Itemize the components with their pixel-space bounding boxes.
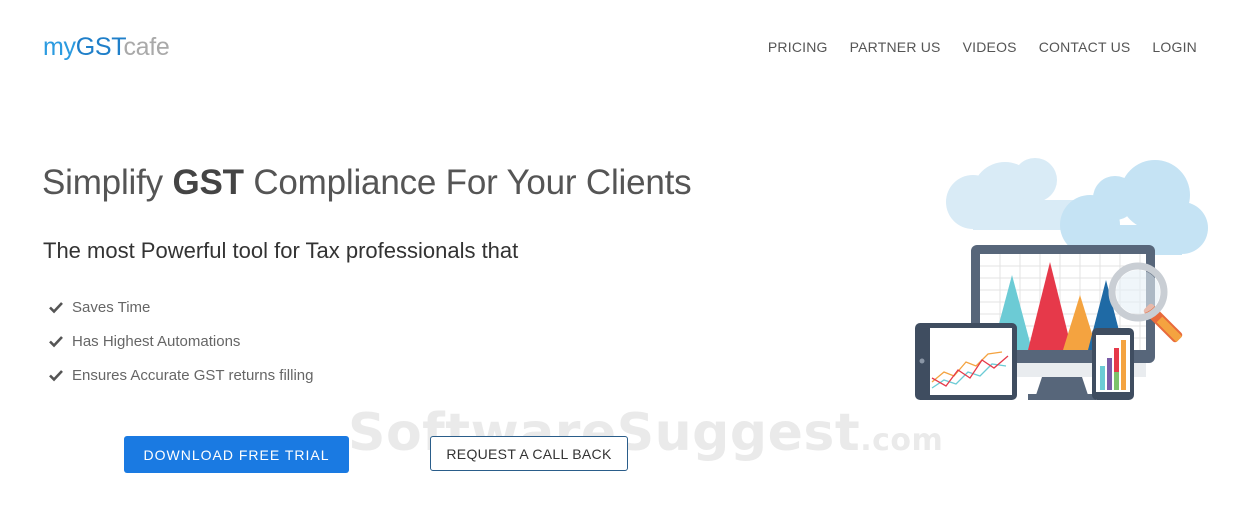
hero-title-suffix: Compliance For Your Clients (243, 163, 692, 202)
feature-item: Ensures Accurate GST returns filling (48, 358, 314, 392)
hero-title: Simplify GST Compliance For Your Clients (42, 163, 692, 203)
request-call-back-button[interactable]: REQUEST A CALL BACK (430, 436, 628, 471)
logo-part-gst: GST (75, 33, 124, 61)
devices-analytics-illustration (915, 158, 1208, 400)
logo-part-cafe: cafe (123, 33, 170, 61)
hero-title-strong: GST (172, 163, 244, 202)
nav-videos[interactable]: VIDEOS (963, 39, 1017, 55)
feature-text: Has Highest Automations (72, 332, 241, 350)
feature-text: Saves Time (72, 298, 151, 316)
watermark-domain: .com (860, 423, 944, 458)
logo-part-my: my (43, 33, 76, 61)
feature-text: Ensures Accurate GST returns filling (72, 366, 314, 384)
feature-item: Saves Time (48, 290, 314, 324)
hero-subtitle: The most Powerful tool for Tax professio… (43, 238, 519, 263)
feature-list: Saves Time Has Highest Automations Ensur… (48, 290, 314, 392)
tablet-icon (915, 323, 1017, 400)
download-free-trial-button[interactable]: DOWNLOAD FREE TRIAL (124, 436, 349, 473)
nav-contact-us[interactable]: CONTACT US (1039, 39, 1131, 55)
check-icon (49, 302, 63, 314)
phone-icon (1092, 328, 1134, 400)
check-icon (49, 336, 63, 348)
main-nav: PRICING PARTNER US VIDEOS CONTACT US LOG… (768, 39, 1197, 55)
feature-item: Has Highest Automations (48, 324, 314, 358)
nav-login[interactable]: LOGIN (1152, 39, 1197, 55)
nav-partner-us[interactable]: PARTNER US (850, 39, 941, 55)
check-icon (49, 370, 63, 382)
site-logo[interactable]: myGSTcafe (43, 33, 170, 62)
hero-title-prefix: Simplify (42, 163, 173, 202)
cloud-icon (1060, 160, 1208, 255)
site-header: myGSTcafe PRICING PARTNER US VIDEOS CONT… (0, 0, 1243, 100)
nav-pricing[interactable]: PRICING (768, 39, 828, 55)
